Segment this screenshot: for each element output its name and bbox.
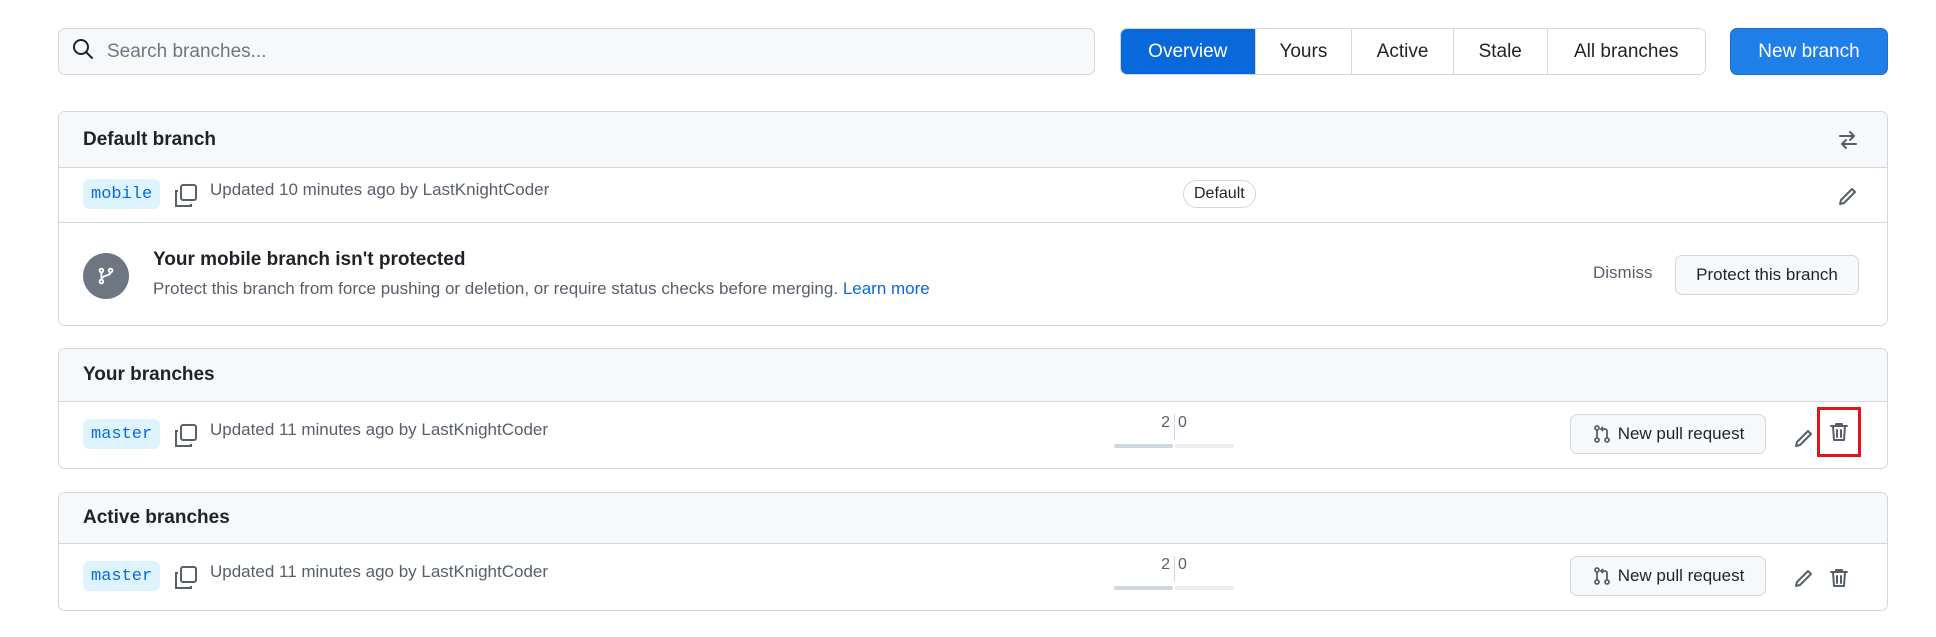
pull-request-icon — [1593, 567, 1610, 585]
your-branches-section: Your branches master Updated 11 minutes … — [58, 348, 1888, 469]
ahead-behind-indicator: 2 0 — [1114, 414, 1234, 454]
active-branches-section: Active branches master Updated 11 minute… — [58, 492, 1888, 611]
edit-branch-icon[interactable] — [1790, 424, 1818, 452]
edit-branch-icon[interactable] — [1834, 182, 1862, 210]
copy-icon[interactable] — [173, 423, 199, 449]
behind-bar — [1114, 444, 1173, 448]
section-title: Default branch — [83, 128, 217, 150]
delete-branch-icon[interactable] — [1825, 564, 1853, 592]
behind-bar — [1114, 586, 1173, 590]
branch-name-link[interactable]: master — [83, 561, 161, 591]
new-pull-request-label: New pull request — [1617, 424, 1745, 443]
branches-page: Overview Yours Active Stale All branches… — [0, 0, 1936, 637]
updated-text: Updated 10 minutes ago by LastKnightCode… — [210, 180, 550, 199]
delete-branch-icon[interactable] — [1817, 407, 1861, 457]
protect-branch-button[interactable]: Protect this branch — [1675, 255, 1859, 295]
tab-stale[interactable]: Stale — [1452, 29, 1547, 74]
copy-icon[interactable] — [173, 183, 199, 209]
protection-description: Protect this branch from force pushing o… — [153, 279, 930, 299]
behind-count: 2 — [1161, 414, 1170, 431]
tab-yours[interactable]: Yours — [1254, 29, 1352, 74]
new-pull-request-label: New pull request — [1617, 566, 1745, 585]
switch-default-branch-icon[interactable] — [1834, 126, 1862, 154]
default-branch-section: Default branch mobile Updated 10 minutes… — [58, 111, 1888, 326]
ab-divider — [1174, 556, 1175, 582]
pull-request-icon — [1593, 425, 1610, 443]
ab-divider — [1174, 414, 1175, 440]
learn-more-link[interactable]: Learn more — [843, 279, 930, 298]
protection-description-text: Protect this branch from force pushing o… — [153, 279, 839, 298]
branch-filter-tabs: Overview Yours Active Stale All branches — [1120, 28, 1706, 75]
updated-text: Updated 11 minutes ago by LastKnightCode… — [210, 420, 549, 439]
tab-overview[interactable]: Overview — [1121, 29, 1255, 74]
behind-count: 2 — [1161, 556, 1170, 573]
edit-branch-icon[interactable] — [1790, 564, 1818, 592]
new-pull-request-button[interactable]: New pull request — [1570, 414, 1766, 454]
branch-row: mobile Updated 10 minutes ago by LastKni… — [59, 168, 1887, 222]
ahead-count: 0 — [1178, 414, 1187, 431]
branch-row: master Updated 11 minutes ago by LastKni… — [59, 544, 1887, 610]
protection-title: Your mobile branch isn't protected — [153, 249, 466, 270]
protection-banner: Your mobile branch isn't protected Prote… — [59, 222, 1887, 325]
section-header: Active branches — [59, 493, 1887, 544]
branch-name-link[interactable]: master — [83, 419, 161, 449]
branch-name-link[interactable]: mobile — [83, 179, 161, 209]
git-branch-icon — [83, 253, 129, 299]
tab-all-branches[interactable]: All branches — [1546, 29, 1705, 74]
new-pull-request-button[interactable]: New pull request — [1570, 556, 1766, 596]
search-box[interactable] — [58, 28, 1095, 75]
ahead-bar — [1175, 586, 1234, 590]
ahead-behind-indicator: 2 0 — [1114, 556, 1234, 596]
new-branch-button[interactable]: New branch — [1730, 28, 1888, 75]
section-header: Default branch — [59, 112, 1887, 168]
updated-text: Updated 11 minutes ago by LastKnightCode… — [210, 562, 549, 581]
search-input[interactable] — [105, 29, 1094, 74]
search-icon — [71, 37, 95, 66]
default-badge: Default — [1183, 180, 1256, 208]
ahead-count: 0 — [1178, 556, 1187, 573]
tab-active[interactable]: Active — [1351, 29, 1453, 74]
section-title: Active branches — [83, 507, 230, 528]
branch-row: master Updated 11 minutes ago by LastKni… — [59, 402, 1887, 468]
section-header: Your branches — [59, 349, 1887, 402]
section-title: Your branches — [83, 364, 215, 385]
dismiss-button[interactable]: Dismiss — [1593, 263, 1653, 283]
copy-icon[interactable] — [173, 565, 199, 591]
ahead-bar — [1175, 444, 1234, 448]
